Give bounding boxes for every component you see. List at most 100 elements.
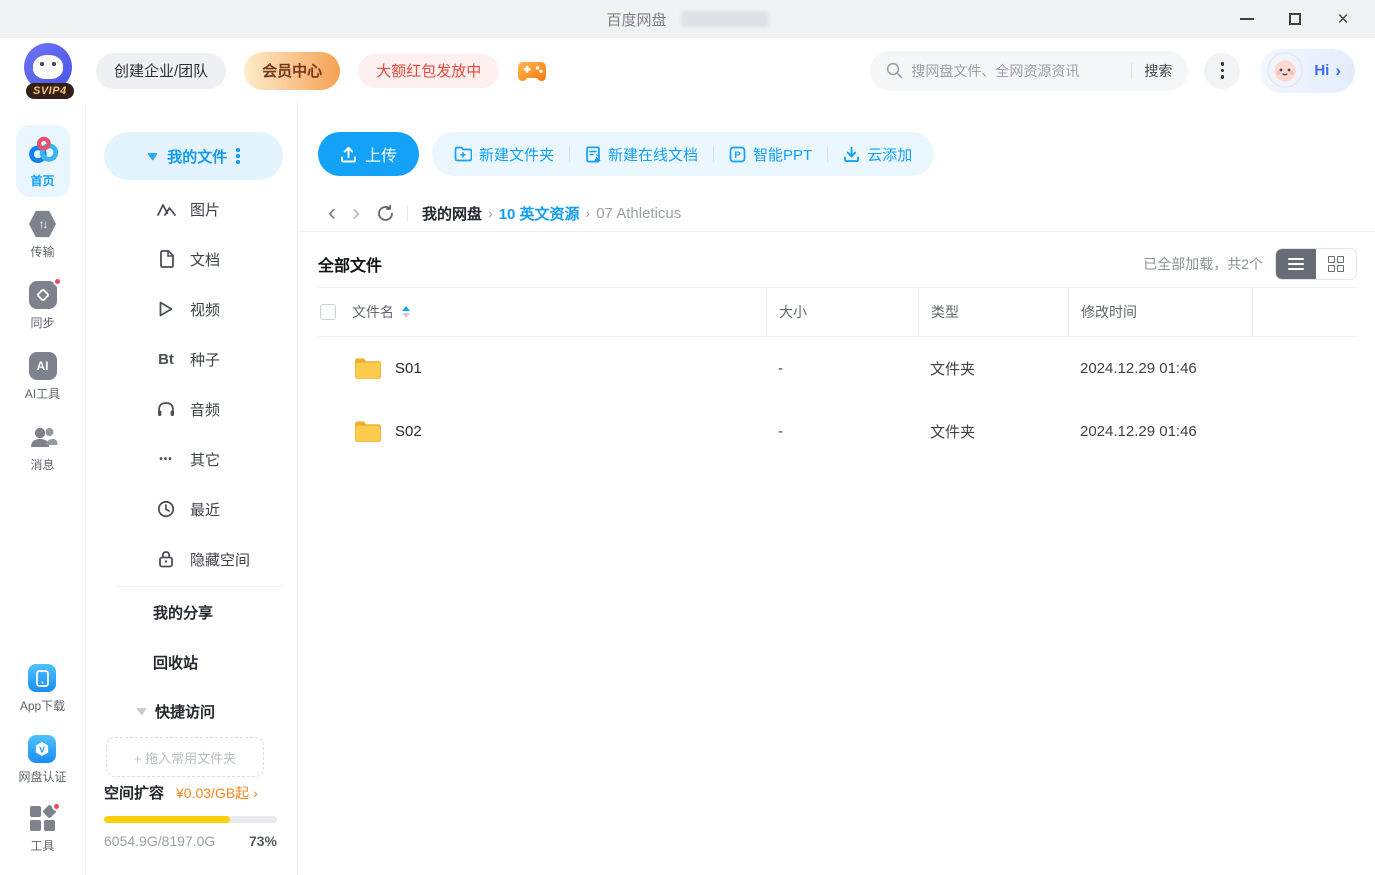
table-row[interactable]: S02 - 文件夹 2024.12.29 01:46 — [318, 400, 1357, 463]
load-status: 已全部加载，共2个 — [1143, 254, 1263, 274]
forward-button[interactable]: › — [344, 201, 368, 225]
sidebar-item-audio[interactable]: 音频 — [86, 384, 297, 434]
sort-asc-icon — [402, 306, 410, 311]
create-team-button[interactable]: 创建企业/团队 — [96, 53, 226, 89]
drag-folder-dropzone[interactable]: + 拖入常用文件夹 — [106, 737, 264, 777]
svip-badge: SVIP4 — [26, 83, 74, 99]
expand-price-link[interactable]: ¥0.03/GB起 › — [176, 783, 258, 803]
nav-item-messages[interactable]: 消息 — [28, 423, 58, 473]
cloud-add-button[interactable]: 云添加 — [843, 144, 912, 165]
maximize-icon — [1289, 13, 1301, 25]
sidebar-item-quick-access[interactable]: 快捷访问 — [86, 687, 297, 735]
smart-ppt-icon: P — [729, 146, 746, 163]
nav-item-ai-tools[interactable]: AI AI工具 — [25, 352, 60, 402]
mascot-icon — [33, 55, 63, 79]
chevron-right-icon: › — [586, 205, 591, 221]
ai-tools-icon: AI — [29, 352, 57, 380]
window-title: 百度网盘 — [606, 9, 666, 30]
sidebar-item-my-shares[interactable]: 我的分享 — [86, 587, 297, 637]
column-modified[interactable]: 修改时间 — [1081, 302, 1137, 322]
storage-progress-fill — [104, 816, 230, 823]
nav-item-transfer[interactable]: ↑↓ 传输 — [29, 210, 57, 260]
games-button[interactable] — [517, 60, 547, 82]
new-folder-button[interactable]: 新建文件夹 — [454, 144, 554, 165]
file-type: 文件夹 — [918, 421, 1068, 442]
greeting-label: Hi — [1314, 62, 1329, 79]
chevron-right-icon: › — [488, 205, 493, 221]
tools-notification-dot — [52, 802, 61, 811]
sidebar-item-my-files[interactable]: 我的文件 — [104, 132, 283, 180]
assistant-avatar-icon — [1262, 48, 1308, 94]
my-files-menu-icon[interactable] — [236, 148, 240, 164]
sidebar-item-pictures[interactable]: 图片 — [86, 184, 297, 234]
storage-panel: 空间扩容 ¥0.03/GB起 › 6054.9G/8197.0G 73% — [86, 782, 297, 875]
file-name[interactable]: S02 — [395, 423, 422, 440]
window-controls: × — [1223, 0, 1367, 38]
sidebar-item-other[interactable]: ••• 其它 — [86, 434, 297, 484]
toolbar-actions: 新建文件夹 新建在线文档 — [432, 132, 934, 176]
svg-text:V: V — [40, 744, 46, 754]
nav-item-app-download[interactable]: App下载 — [20, 664, 65, 714]
folder-icon — [354, 420, 381, 443]
nav-rail: 首页 ↑↓ 传输 同步 AI AI工具 — [0, 103, 86, 875]
file-name[interactable]: S01 — [395, 360, 422, 377]
grid-view-button[interactable] — [1316, 249, 1356, 279]
sync-notification-dot — [53, 277, 62, 286]
file-modified: 2024.12.29 01:46 — [1068, 423, 1252, 440]
back-button[interactable]: ‹ — [320, 201, 344, 225]
grid-view-icon — [1328, 256, 1344, 272]
nav-item-sync[interactable]: 同步 — [29, 281, 57, 331]
maximize-button[interactable] — [1271, 0, 1319, 38]
user-assistant-chip[interactable]: Hi › — [1260, 49, 1355, 93]
sidebar-item-recycle-bin[interactable]: 回收站 — [86, 637, 297, 687]
more-menu-button[interactable] — [1204, 53, 1240, 89]
smart-ppt-button[interactable]: P 智能PPT — [729, 144, 812, 165]
storage-progress-bar — [104, 816, 277, 823]
nav-item-tools[interactable]: 工具 — [30, 806, 56, 854]
column-name[interactable]: 文件名 — [352, 302, 394, 322]
sidebar-item-recent[interactable]: 最近 — [86, 484, 297, 534]
nav-item-home[interactable]: 首页 — [16, 125, 70, 197]
breadcrumb-item-parent[interactable]: 10 英文资源 — [499, 203, 580, 224]
breadcrumb: 我的网盘 › 10 英文资源 › 07 Athleticus — [422, 203, 681, 224]
baidu-netdisk-window: 百度网盘 × SVIP4 创建企业/团队 会员中心 大额红包发放中 — [0, 0, 1375, 875]
torrent-icon: Bt — [155, 351, 177, 368]
nav-item-certification[interactable]: V 网盘认证 — [18, 735, 66, 785]
documents-icon — [155, 250, 177, 268]
minimize-button[interactable] — [1223, 0, 1271, 38]
table-header: 文件名 大小 类型 修改时间 — [318, 287, 1357, 337]
sidebar-item-documents[interactable]: 文档 — [86, 234, 297, 284]
sidebar-item-videos[interactable]: 视频 — [86, 284, 297, 334]
search-bar: 搜索 — [870, 51, 1188, 91]
file-size: - — [766, 360, 918, 377]
cloud-add-icon — [843, 146, 860, 163]
sidebar-item-torrents[interactable]: Bt 种子 — [86, 334, 297, 384]
chevron-right-icon: › — [1335, 61, 1341, 81]
close-button[interactable]: × — [1319, 0, 1367, 38]
account-avatar[interactable]: SVIP4 — [24, 43, 76, 99]
file-size: - — [766, 423, 918, 440]
refresh-button[interactable] — [376, 204, 395, 223]
sort-toggle[interactable] — [402, 306, 410, 318]
view-toggle — [1275, 248, 1357, 280]
certification-icon: V — [28, 735, 56, 763]
upload-icon — [340, 146, 357, 163]
new-online-doc-button[interactable]: 新建在线文档 — [585, 144, 698, 165]
list-view-button[interactable] — [1276, 249, 1316, 279]
red-packet-promo-button[interactable]: 大额红包发放中 — [358, 54, 499, 88]
upload-button[interactable]: 上传 — [318, 132, 419, 176]
storage-usage-text: 6054.9G/8197.0G — [104, 833, 215, 849]
clock-icon — [155, 500, 177, 518]
member-center-button[interactable]: 会员中心 — [244, 52, 340, 90]
search-input[interactable] — [911, 63, 1119, 79]
main-content: 上传 新建文件夹 — [298, 103, 1375, 875]
column-type[interactable]: 类型 — [931, 302, 959, 322]
search-button[interactable]: 搜索 — [1144, 61, 1172, 81]
table-row[interactable]: S01 - 文件夹 2024.12.29 01:46 — [318, 337, 1357, 400]
titlebar-center: 百度网盘 — [606, 9, 768, 30]
column-size[interactable]: 大小 — [779, 302, 807, 322]
sidebar-item-hidden-space[interactable]: 隐藏空间 — [86, 534, 297, 584]
breadcrumb-item-root[interactable]: 我的网盘 — [422, 203, 482, 224]
lock-icon — [155, 550, 177, 568]
select-all-checkbox[interactable] — [320, 304, 336, 320]
